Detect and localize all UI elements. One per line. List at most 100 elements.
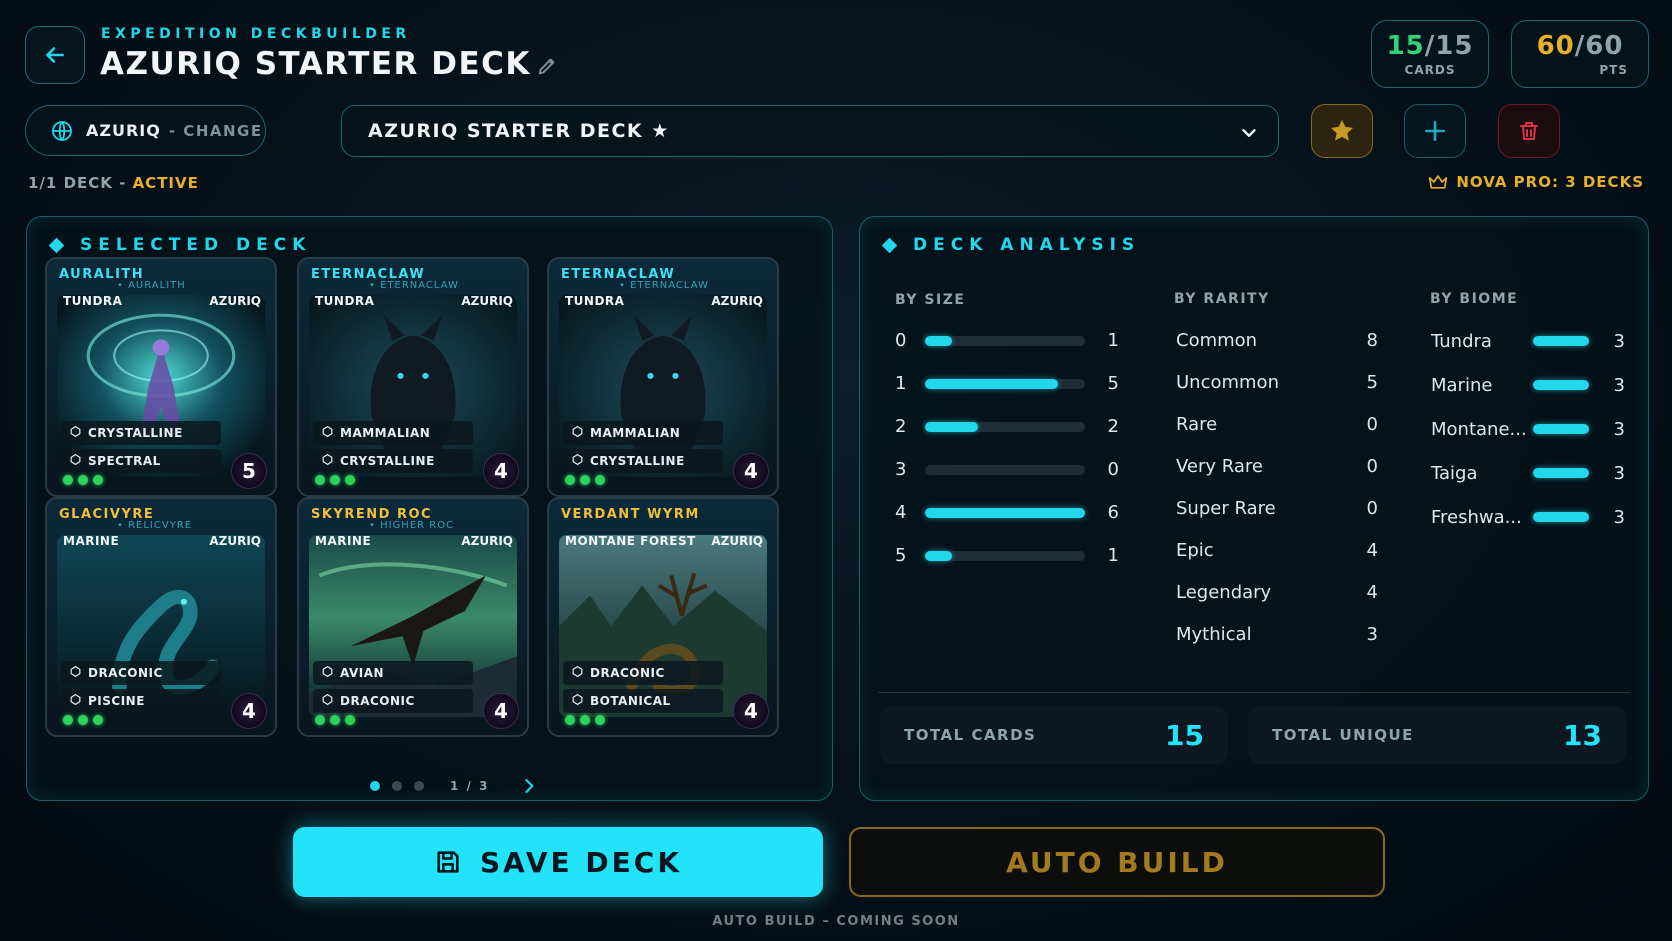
- deck-card[interactable]: GLACIVYRE • RELICVYRE MARINE AZURIQ DRACONIC…: [45, 497, 277, 737]
- biome-value: 3: [1613, 418, 1625, 440]
- card-biome: MARINE: [63, 534, 120, 548]
- card-level-dots: [315, 715, 355, 725]
- trash-icon: [1520, 122, 1538, 140]
- biome-value: 3: [1613, 462, 1625, 484]
- nova-pro-badge[interactable]: NOVA PRO: 3 DECKS: [1428, 173, 1644, 191]
- cards-total: 15: [1435, 31, 1474, 61]
- points-counter: 60/60 PTS: [1511, 20, 1649, 88]
- app-eyebrow: EXPEDITION DECKBUILDER: [101, 26, 411, 42]
- size-row: 15: [895, 362, 1119, 405]
- page-dot-1[interactable]: [370, 781, 380, 791]
- deck-card[interactable]: ETERNACLAW • ETERNACLAW TUNDRA AZURIQ MAMMAL…: [297, 257, 529, 497]
- rarity-value: 5: [1366, 371, 1378, 393]
- deck-count: 1/1 DECK: [28, 174, 113, 192]
- total-cards-box: TOTAL CARDS 15: [880, 706, 1228, 764]
- card-trait-2: CRYSTALLINE: [313, 449, 473, 473]
- deck-card[interactable]: SKYREND ROC • HIGHER ROC MARINE AZURIQ AVIAN…: [297, 497, 529, 737]
- card-cost: 4: [733, 453, 769, 489]
- card-trait-2: DRACONIC: [313, 689, 473, 713]
- size-row: 51: [895, 534, 1119, 577]
- back-button[interactable]: [25, 26, 85, 84]
- biome-value: 3: [1613, 330, 1625, 352]
- nova-pro-label: NOVA PRO: 3 DECKS: [1456, 173, 1644, 191]
- card-trait-2: PISCINE: [61, 689, 221, 713]
- card-biome: TUNDRA: [63, 294, 123, 308]
- size-row: 46: [895, 491, 1119, 534]
- trait-icon: [571, 693, 584, 709]
- edit-title-button[interactable]: [536, 55, 558, 81]
- card-biome: TUNDRA: [565, 294, 625, 308]
- card-name: VERDANT WYRM: [561, 507, 700, 522]
- size-key: 3: [895, 459, 907, 480]
- trait-icon: [69, 665, 82, 681]
- trait-icon: [69, 693, 82, 709]
- pts-label: PTS: [1599, 63, 1628, 77]
- biome-key: Montane...: [1431, 418, 1527, 440]
- favorite-button[interactable]: [1311, 104, 1373, 158]
- card-faction: AZURIQ: [209, 294, 261, 308]
- card-level-dots: [63, 475, 103, 485]
- card-trait-1: DRACONIC: [61, 661, 221, 685]
- faction-name: AZURIQ: [86, 121, 161, 140]
- cards-label: CARDS: [1404, 63, 1456, 77]
- by-rarity-heading: BY RARITY: [1174, 291, 1270, 307]
- page-dot-3[interactable]: [414, 781, 424, 791]
- card-faction: AZURIQ: [711, 534, 763, 548]
- cards-count: 15: [1386, 31, 1425, 61]
- save-deck-button[interactable]: SAVE DECK: [293, 827, 823, 897]
- faction-change: - CHANGE: [168, 121, 263, 140]
- delete-deck-button[interactable]: [1498, 104, 1560, 158]
- rarity-key: Uncommon: [1176, 371, 1279, 393]
- biome-bar: [1533, 380, 1589, 390]
- faction-button[interactable]: AZURIQ - CHANGE: [25, 105, 266, 156]
- size-row: 22: [895, 405, 1119, 448]
- by-biome-list: Tundra 3 Marine 3 Montane... 3 Taiga 3 Freshwa..…: [1431, 319, 1625, 539]
- size-value: 2: [1107, 416, 1119, 437]
- size-key: 2: [895, 416, 907, 437]
- card-cost: 4: [733, 693, 769, 729]
- rarity-value: 0: [1366, 497, 1378, 519]
- trait-icon: [321, 693, 334, 709]
- rarity-row: Rare 0: [1176, 403, 1378, 445]
- biome-row: Montane... 3: [1431, 407, 1625, 451]
- auto-build-note: AUTO BUILD – COMING SOON: [712, 914, 960, 929]
- deck-card[interactable]: VERDANT WYRM MONTANE FOREST AZURIQ DRACONIC…: [547, 497, 779, 737]
- add-deck-button[interactable]: [1404, 104, 1466, 158]
- page-dot-2[interactable]: [392, 781, 402, 791]
- next-page-button[interactable]: [519, 776, 539, 796]
- rarity-row: Uncommon 5: [1176, 361, 1378, 403]
- card-biome: TUNDRA: [315, 294, 375, 308]
- rarity-key: Rare: [1176, 413, 1218, 435]
- total-cards-value: 15: [1165, 718, 1204, 752]
- card-level-dots: [315, 475, 355, 485]
- size-key: 1: [895, 373, 907, 394]
- card-subtitle: • HIGHER ROC: [369, 520, 455, 531]
- rarity-row: Very Rare 0: [1176, 445, 1378, 487]
- card-faction: AZURIQ: [461, 294, 513, 308]
- deck-analysis-title-text: DECK ANALYSIS: [913, 235, 1141, 255]
- card-subtitle: • AURALITH: [117, 280, 186, 291]
- rarity-value: 8: [1366, 329, 1378, 351]
- card-subtitle: • ETERNACLAW: [619, 280, 709, 291]
- deck-status: 1/1 DECK - ACTIVE: [28, 174, 199, 192]
- biome-row: Taiga 3: [1431, 451, 1625, 495]
- rarity-value: 4: [1366, 581, 1378, 603]
- total-unique-label: TOTAL UNIQUE: [1272, 726, 1414, 744]
- size-value: 1: [1107, 545, 1119, 566]
- auto-build-button[interactable]: AUTO BUILD: [849, 827, 1385, 897]
- size-bar: [925, 507, 1085, 518]
- deck-card[interactable]: AURALITH • AURALITH TUNDRA AZURIQ CRYSTALLIN…: [45, 257, 277, 497]
- page-title: AZURIQ STARTER DECK: [100, 46, 531, 82]
- size-key: 4: [895, 502, 907, 523]
- deck-select[interactable]: AZURIQ STARTER DECK ★: [341, 105, 1279, 157]
- pencil-icon: [538, 58, 555, 75]
- biome-value: 3: [1613, 506, 1625, 528]
- card-trait-2: BOTANICAL: [563, 689, 723, 713]
- trait-icon: [571, 665, 584, 681]
- card-trait-1: MAMMALIAN: [313, 421, 473, 445]
- deck-card[interactable]: ETERNACLAW • ETERNACLAW TUNDRA AZURIQ MAMMAL…: [547, 257, 779, 497]
- rarity-value: 0: [1366, 455, 1378, 477]
- rarity-key: Epic: [1176, 539, 1214, 561]
- trait-icon: [321, 665, 334, 681]
- arrow-left-icon: [46, 47, 64, 63]
